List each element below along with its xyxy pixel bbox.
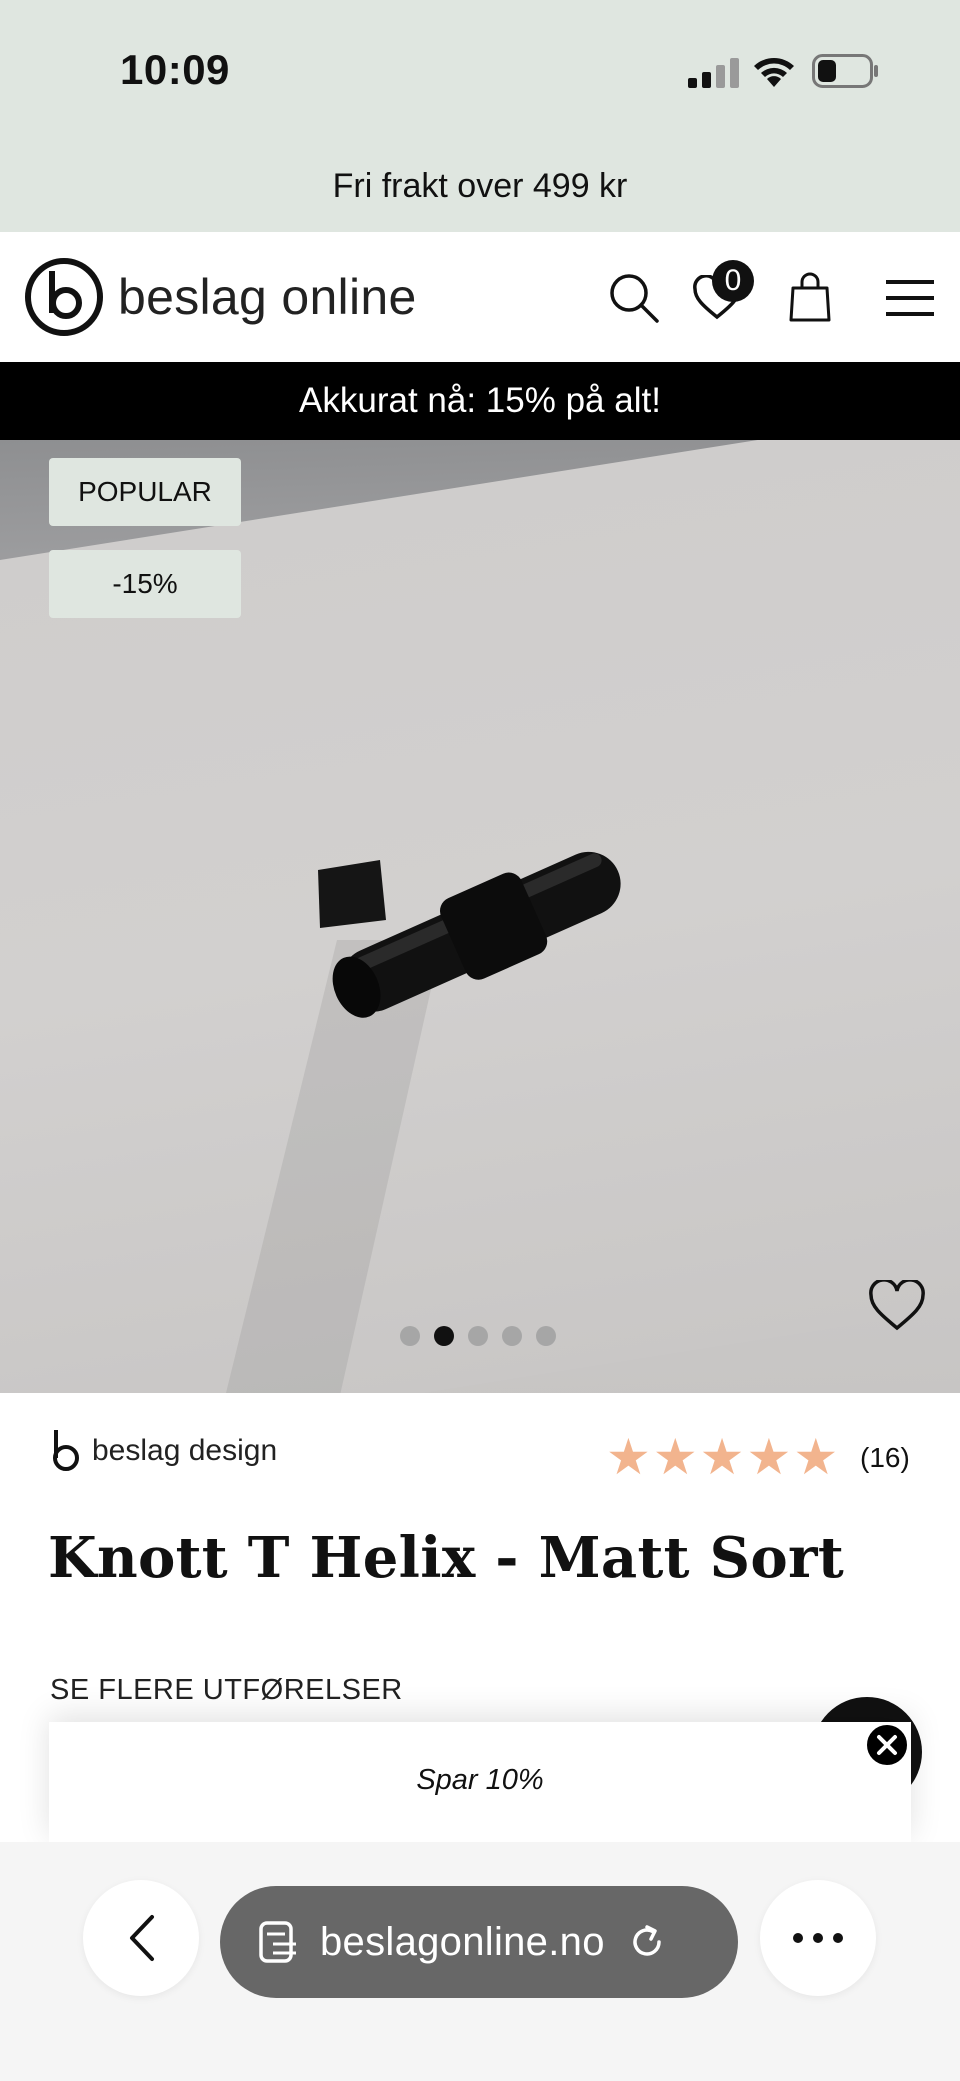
shipping-banner: Fri frakt over 499 kr (0, 140, 960, 232)
site-logo[interactable]: beslag online (24, 256, 417, 338)
product-title: Knott T Helix - Matt Sort (48, 1525, 845, 1591)
close-icon (877, 1735, 897, 1755)
star-icon: ★ (652, 1429, 698, 1485)
signal-icon (688, 58, 739, 88)
search-icon (610, 274, 659, 323)
see-more-variants-link[interactable]: SE FLERE UTFØRELSER (50, 1674, 403, 1707)
url-text: beslagonline.no (320, 1919, 605, 1964)
carousel-dot[interactable] (502, 1326, 522, 1346)
star-icon: ★ (699, 1429, 745, 1485)
brand-link[interactable]: beslag design (50, 1428, 277, 1474)
site-header: beslag online 0 (0, 232, 960, 362)
badge-popular: POPULAR (49, 458, 241, 526)
add-to-wishlist-heart-icon[interactable] (868, 1280, 926, 1332)
search-button[interactable] (604, 268, 664, 328)
star-icon: ★ (793, 1429, 839, 1485)
battery-icon (812, 54, 878, 88)
review-count[interactable]: (16) (860, 1442, 910, 1474)
carousel-dot[interactable] (400, 1326, 420, 1346)
rating-stars[interactable]: ★ ★ ★ ★ ★ (606, 1432, 838, 1482)
sale-banner-text: Akkurat nå: 15% på alt! (299, 381, 661, 420)
discount-popup-text: Spar 10% (416, 1764, 544, 1796)
bag-icon (789, 272, 831, 322)
back-icon (130, 1915, 154, 1961)
back-button[interactable] (83, 1880, 199, 1996)
carousel-dot[interactable] (468, 1326, 488, 1346)
tabs-icon[interactable] (258, 1920, 298, 1964)
wishlist-count-badge: 0 (712, 260, 754, 302)
carousel-dot-active[interactable] (434, 1326, 454, 1346)
wifi-icon (754, 58, 794, 87)
status-time: 10:09 (120, 46, 230, 93)
address-bar[interactable]: beslagonline.no (220, 1886, 738, 1998)
badge-popular-text: POPULAR (78, 476, 212, 507)
brand-logo-icon (53, 1430, 79, 1471)
popup-close-button[interactable] (864, 1722, 910, 1768)
menu-button[interactable] (880, 268, 940, 328)
more-icon (793, 1933, 843, 1943)
shipping-banner-text: Fri frakt over 499 kr (332, 166, 628, 205)
carousel-dot[interactable] (536, 1326, 556, 1346)
badge-discount-text: -15% (112, 568, 178, 599)
logo-icon (25, 258, 103, 336)
star-icon: ★ (746, 1429, 792, 1485)
cart-button[interactable] (780, 268, 840, 328)
browser-toolbar: beslagonline.no (0, 1842, 960, 2081)
carousel-indicators (400, 1326, 556, 1346)
more-options-button[interactable] (760, 1880, 876, 1996)
reload-icon[interactable] (627, 1922, 667, 1962)
sale-banner[interactable]: Akkurat nå: 15% på alt! (0, 362, 960, 440)
discount-popup[interactable]: Spar 10% (49, 1722, 911, 1842)
logo-text: beslag online (118, 269, 417, 325)
brand-name: beslag design (92, 1434, 278, 1467)
wishlist-button[interactable]: 0 (686, 260, 754, 328)
product-image-carousel[interactable]: POPULAR -15% (0, 440, 960, 1393)
star-icon: ★ (606, 1429, 651, 1485)
status-bar: 10:09 (0, 0, 960, 140)
product-knob-image (318, 851, 621, 1018)
badge-discount: -15% (49, 550, 241, 618)
menu-icon (886, 280, 934, 316)
